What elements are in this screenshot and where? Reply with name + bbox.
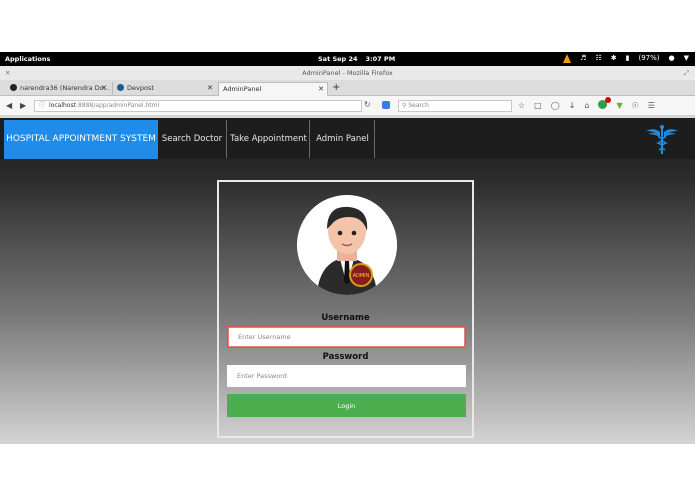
system-tray: ♬ ☷ ✱ ▮ (97%) ● ▼ <box>563 54 689 63</box>
home-icon[interactable]: ⌂ <box>584 100 589 112</box>
avatar-badge-text: ADMIN <box>353 273 370 279</box>
clock-date: Sat Sep 24 <box>318 55 358 63</box>
search-input[interactable]: ⚲ Search <box>398 100 512 112</box>
password-input[interactable] <box>227 365 466 387</box>
bluetooth-icon[interactable]: ✱ <box>611 54 617 63</box>
username-label: Username <box>321 313 370 323</box>
system-top-bar: Applications Sat Sep 24 3:07 PM ♬ ☷ ✱ ▮ (… <box>0 52 695 66</box>
notification-bell-icon[interactable]: ● <box>669 54 675 63</box>
downloads-icon[interactable]: ↓ <box>569 100 576 112</box>
url-path: :8888/app/adminPanel.html <box>75 102 160 109</box>
nav-search-doctor[interactable]: Search Doctor <box>158 120 227 158</box>
pocket-icon[interactable]: ◯ <box>551 100 560 112</box>
devpost-icon <box>117 84 124 91</box>
brand-title[interactable]: HOSPITAL APPOINTMENT SYSTEM <box>4 120 158 159</box>
network-icon[interactable]: ☷ <box>595 54 601 63</box>
search-placeholder: Search <box>408 102 429 109</box>
screen: Applications Sat Sep 24 3:07 PM ♬ ☷ ✱ ▮ (… <box>0 52 695 444</box>
reload-icon[interactable]: ↻ <box>364 100 371 109</box>
window-close-icon[interactable]: ✕ <box>5 66 10 80</box>
url-host: localhost <box>49 102 76 109</box>
web-page: HOSPITAL APPOINTMENT SYSTEM Search Docto… <box>0 118 695 444</box>
site-info-icon[interactable]: ⓘ <box>39 102 45 109</box>
window-maximize-icon[interactable]: ⤢ <box>684 66 689 80</box>
forward-button[interactable]: ▶ <box>20 100 26 112</box>
addon-badge-count <box>605 97 612 103</box>
login-button[interactable]: Login <box>227 394 466 417</box>
tab-close-icon[interactable]: ✕ <box>207 82 213 95</box>
password-label: Password <box>322 352 369 362</box>
battery-icon[interactable]: ▮ <box>626 54 630 63</box>
menu-icon[interactable]: ☰ <box>648 100 655 112</box>
window-title-bar: ✕ AdminPanel - Mozilla Firefox ⤢ <box>0 66 695 80</box>
username-input[interactable] <box>227 326 466 348</box>
tab-adminpanel[interactable]: AdminPanel ✕ <box>218 82 328 96</box>
reading-list-icon[interactable]: □ <box>534 100 542 112</box>
tab-label: Devpost <box>127 84 154 92</box>
tab-github[interactable]: narendra36 (Narendra Do... ✕ <box>6 82 110 96</box>
caduceus-logo-icon <box>646 125 678 154</box>
window-title: AdminPanel - Mozilla Firefox <box>302 69 393 77</box>
tab-close-icon[interactable]: ✕ <box>318 83 324 96</box>
login-card: ADMIN Username Password Login <box>217 180 474 438</box>
tab-label: AdminPanel <box>223 85 262 93</box>
admin-avatar: ADMIN <box>297 195 397 295</box>
tab-strip: narendra36 (Narendra Do... ✕ Devpost ✕ A… <box>0 80 695 96</box>
tab-close-icon[interactable]: ✕ <box>101 82 107 95</box>
github-icon <box>10 84 17 91</box>
addon-badge-icon[interactable] <box>598 97 612 109</box>
back-button[interactable]: ◀ <box>6 100 12 112</box>
nav-take-appointment[interactable]: Take Appointment <box>228 120 310 158</box>
vlc-icon[interactable] <box>563 54 572 63</box>
battery-percent: (97%) <box>638 54 660 62</box>
globe-icon[interactable]: ☉ <box>632 100 639 112</box>
extension-icon[interactable] <box>382 101 390 109</box>
url-bar[interactable]: ⓘ localhost:8888/app/adminPanel.html <box>34 100 362 112</box>
clock-time: 3:07 PM <box>365 55 396 63</box>
nav-admin-panel[interactable]: Admin Panel <box>311 120 375 158</box>
tab-label: narendra36 (Narendra Do... <box>20 84 110 92</box>
download-helper-icon[interactable]: ▼ <box>616 100 622 112</box>
toolbar-icons: ☆ □ ◯ ↓ ⌂ ▼ ☉ ☰ <box>518 97 655 112</box>
applications-menu[interactable]: Applications <box>5 55 50 63</box>
tab-devpost[interactable]: Devpost ✕ <box>112 82 216 96</box>
navigation-toolbar: ◀ ▶ ⓘ localhost:8888/app/adminPanel.html … <box>0 96 695 116</box>
volume-icon[interactable]: ♬ <box>580 54 586 63</box>
bookmark-star-icon[interactable]: ☆ <box>518 100 525 112</box>
new-tab-button[interactable]: + <box>332 82 340 94</box>
app-navbar: HOSPITAL APPOINTMENT SYSTEM Search Docto… <box>0 118 695 159</box>
power-menu-icon[interactable]: ▼ <box>684 54 689 63</box>
system-clock[interactable]: Sat Sep 24 3:07 PM <box>318 55 395 63</box>
search-icon: ⚲ <box>402 102 407 109</box>
